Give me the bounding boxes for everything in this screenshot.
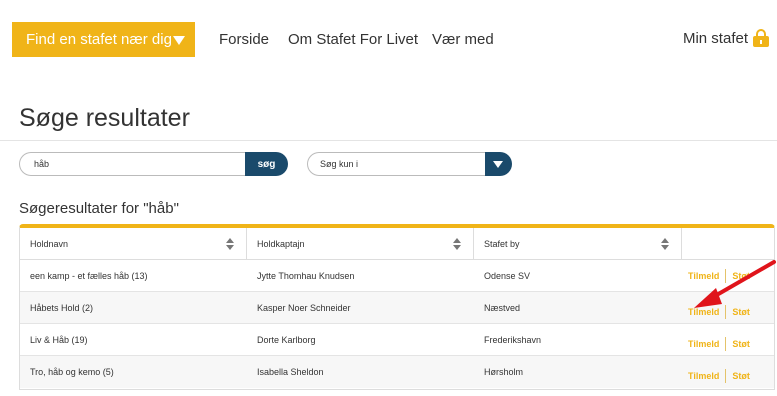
page-title: Søge resultater xyxy=(19,104,190,132)
stot-link[interactable]: Støt xyxy=(732,339,750,349)
cell-holdnavn: Håbets Hold (2) xyxy=(30,303,94,313)
row-actions: Tilmeld Støt xyxy=(682,360,750,392)
column-header-label: Holdnavn xyxy=(30,239,69,249)
table-row: een kamp - et fælles håb (13) Jytte Thom… xyxy=(20,260,774,292)
search-scope-select[interactable]: Søg kun i xyxy=(307,152,512,176)
min-stafet-label: Min stafet xyxy=(682,29,748,47)
table-row: Tro, håb og kemo (5) Isabella Sheldon Hø… xyxy=(20,356,774,388)
top-navigation: Find en stafet nær dig Forside Om Stafet… xyxy=(0,0,777,80)
results-heading: Søgeresultater for "håb" xyxy=(19,200,179,217)
results-table: Holdnavn Holdkaptajn Stafet by een kamp … xyxy=(19,224,775,390)
caret-down-icon xyxy=(493,161,503,168)
cell-holdnavn: Tro, håb og kemo (5) xyxy=(30,367,114,377)
search-bar: søg xyxy=(19,152,288,176)
search-button[interactable]: søg xyxy=(245,152,288,176)
cell-stafet-by: Odense SV xyxy=(484,271,531,281)
cell-stafet-by: Næstved xyxy=(484,303,521,313)
column-header-stafet-by[interactable]: Stafet by xyxy=(474,228,682,260)
divider xyxy=(0,140,777,141)
column-header-label: Holdkaptajn xyxy=(257,239,305,249)
cell-holdkaptajn: Dorte Karlborg xyxy=(257,335,316,345)
tilmeld-link[interactable]: Tilmeld xyxy=(688,339,719,349)
column-header-label: Stafet by xyxy=(484,239,520,249)
nav-link-vaer-med[interactable]: Vær med xyxy=(432,31,494,48)
column-header-holdkaptajn[interactable]: Holdkaptajn xyxy=(247,228,474,260)
stot-link[interactable]: Støt xyxy=(732,371,750,381)
cell-stafet-by: Hørsholm xyxy=(484,367,524,377)
tilmeld-link[interactable]: Tilmeld xyxy=(688,307,719,317)
stot-link[interactable]: Støt xyxy=(732,271,750,281)
tilmeld-link[interactable]: Tilmeld xyxy=(688,371,719,381)
caret-down-icon xyxy=(173,36,185,45)
stot-link[interactable]: Støt xyxy=(732,307,750,317)
row-actions: Tilmeld Støt xyxy=(682,260,750,292)
cell-stafet-by: Frederikshavn xyxy=(484,335,542,345)
tilmeld-link[interactable]: Tilmeld xyxy=(688,271,719,281)
cell-holdkaptajn: Jytte Thomhau Knudsen xyxy=(257,271,355,281)
column-header-actions xyxy=(682,228,774,260)
find-relay-dropdown-button[interactable]: Find en stafet nær dig xyxy=(12,22,195,57)
find-relay-label: Find en stafet nær dig xyxy=(26,31,172,48)
cell-holdnavn: een kamp - et fælles håb (13) xyxy=(30,271,148,281)
sort-icon xyxy=(226,238,234,251)
min-stafet-link[interactable]: Min stafet xyxy=(683,29,769,47)
cell-holdkaptajn: Kasper Noer Schneider xyxy=(257,303,351,313)
cell-holdnavn: Liv & Håb (19) xyxy=(30,335,88,345)
search-scope-value[interactable]: Søg kun i xyxy=(307,152,487,176)
sort-icon xyxy=(453,238,461,251)
search-scope-toggle[interactable] xyxy=(485,152,512,176)
lock-icon xyxy=(753,29,769,47)
table-header: Holdnavn Holdkaptajn Stafet by xyxy=(20,228,774,260)
sort-icon xyxy=(661,238,669,251)
table-row: Håbets Hold (2) Kasper Noer Schneider Næ… xyxy=(20,292,774,324)
search-input[interactable] xyxy=(19,152,251,176)
nav-link-forside[interactable]: Forside xyxy=(219,31,269,48)
column-header-holdnavn[interactable]: Holdnavn xyxy=(20,228,247,260)
nav-link-om-stafet[interactable]: Om Stafet For Livet xyxy=(288,31,418,48)
table-row: Liv & Håb (19) Dorte Karlborg Frederiksh… xyxy=(20,324,774,356)
cell-holdkaptajn: Isabella Sheldon xyxy=(257,367,324,377)
